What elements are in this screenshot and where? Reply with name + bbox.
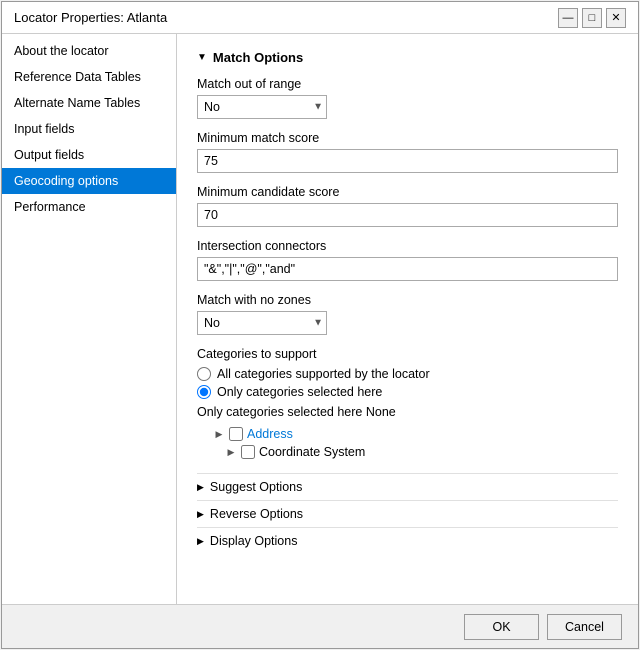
match-out-of-range-select-wrapper: No Yes ▼ [197,95,327,119]
match-out-of-range-group: Match out of range No Yes ▼ [197,77,618,119]
display-options-label: Display Options [210,534,298,548]
sidebar-item-input-fields[interactable]: Input fields [2,116,176,142]
match-out-of-range-select[interactable]: No Yes [197,95,327,119]
sidebar-item-about[interactable]: About the locator [2,38,176,64]
min-match-score-input[interactable] [197,149,618,173]
intersection-connectors-group: Intersection connectors [197,239,618,281]
dialog-title: Locator Properties: Atlanta [14,10,167,25]
categories-section: Categories to support All categories sup… [197,347,618,461]
min-candidate-score-label: Minimum candidate score [197,185,618,199]
sidebar-item-geocoding-options[interactable]: Geocoding options [2,168,176,194]
suggest-options-label: Suggest Options [210,480,302,494]
tree-item-coordinate: ▶ Coordinate System [197,443,618,461]
suggest-options-header[interactable]: Suggest Options [197,473,618,500]
tree-toggle-address-icon[interactable]: ▶ [213,428,225,440]
only-categories-text: Only categories selected here None [197,405,618,419]
intersection-connectors-input[interactable] [197,257,618,281]
sidebar-item-output-fields[interactable]: Output fields [2,142,176,168]
cancel-button[interactable]: Cancel [547,614,622,640]
min-match-score-label: Minimum match score [197,131,618,145]
main-content: Match Options Match out of range No Yes … [177,34,638,604]
match-no-zones-select-wrapper: No Yes ▼ [197,311,327,335]
sidebar-item-performance[interactable]: Performance [2,194,176,220]
dialog-body: About the locator Reference Data Tables … [2,34,638,604]
dialog-window: Locator Properties: Atlanta — □ ✕ About … [1,1,639,649]
checkbox-coordinate[interactable] [241,445,255,459]
tree-toggle-coordinate-icon[interactable]: ▶ [225,446,237,458]
title-bar-buttons: — □ ✕ [558,8,626,28]
categories-label: Categories to support [197,347,618,361]
radio-group-categories: All categories supported by the locator … [197,367,618,399]
match-out-of-range-label: Match out of range [197,77,618,91]
min-candidate-score-group: Minimum candidate score [197,185,618,227]
radio-all-categories[interactable]: All categories supported by the locator [197,367,618,381]
maximize-button[interactable]: □ [582,8,602,28]
radio-all-label: All categories supported by the locator [217,367,430,381]
tree-item-address: ▶ Address [197,425,618,443]
tree-label-coordinate: Coordinate System [259,445,365,459]
reverse-options-header[interactable]: Reverse Options [197,500,618,527]
checkbox-address[interactable] [229,427,243,441]
match-no-zones-group: Match with no zones No Yes ▼ [197,293,618,335]
sidebar-item-reference-data[interactable]: Reference Data Tables [2,64,176,90]
dialog-footer: OK Cancel [2,604,638,648]
sidebar-item-alternate-name[interactable]: Alternate Name Tables [2,90,176,116]
display-options-header[interactable]: Display Options [197,527,618,554]
min-match-score-group: Minimum match score [197,131,618,173]
close-button[interactable]: ✕ [606,8,626,28]
match-no-zones-select[interactable]: No Yes [197,311,327,335]
reverse-options-label: Reverse Options [210,507,303,521]
minimize-button[interactable]: — [558,8,578,28]
radio-only-label: Only categories selected here [217,385,382,399]
radio-only-input[interactable] [197,385,211,399]
match-no-zones-label: Match with no zones [197,293,618,307]
radio-all-input[interactable] [197,367,211,381]
intersection-connectors-label: Intersection connectors [197,239,618,253]
collapsible-sections: Suggest Options Reverse Options Display … [197,473,618,554]
ok-button[interactable]: OK [464,614,539,640]
match-options-header: Match Options [197,50,618,65]
tree-label-address[interactable]: Address [247,427,293,441]
title-bar: Locator Properties: Atlanta — □ ✕ [2,2,638,34]
sidebar: About the locator Reference Data Tables … [2,34,177,604]
min-candidate-score-input[interactable] [197,203,618,227]
radio-only-categories[interactable]: Only categories selected here [197,385,618,399]
